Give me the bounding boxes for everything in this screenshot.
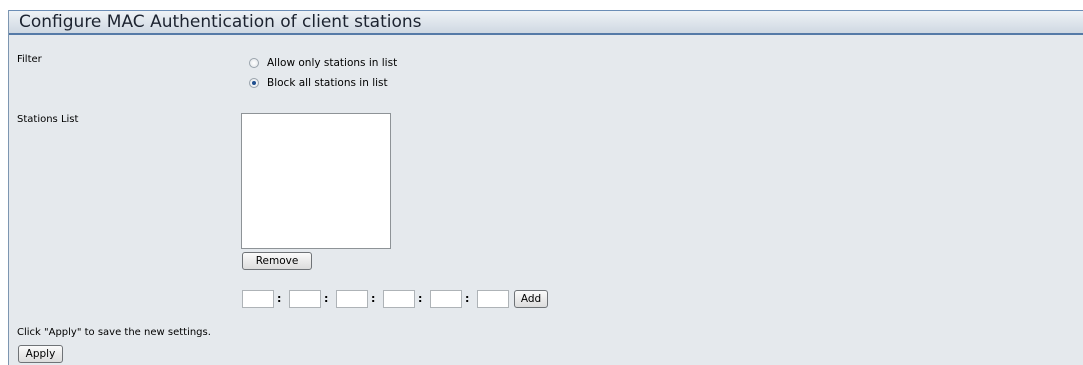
remove-button[interactable]: Remove [242, 252, 312, 270]
mac-octet-4-input[interactable] [383, 290, 415, 308]
mac-octet-6-input[interactable] [477, 290, 509, 308]
mac-separator: : [324, 292, 329, 305]
mac-octet-2-input[interactable] [289, 290, 321, 308]
stations-list-label: Stations List [17, 114, 79, 125]
mac-separator: : [371, 292, 376, 305]
apply-button[interactable]: Apply [18, 345, 63, 363]
mac-auth-panel: Configure MAC Authentication of client s… [8, 10, 1083, 365]
add-button[interactable]: Add [514, 290, 548, 308]
mac-octet-3-input[interactable] [336, 290, 368, 308]
filter-option-allow[interactable]: Allow only stations in list [249, 56, 397, 70]
allow-radio[interactable] [249, 58, 259, 68]
filter-option-block[interactable]: Block all stations in list [249, 76, 388, 90]
page-title: Configure MAC Authentication of client s… [9, 10, 1083, 35]
mac-octet-1-input[interactable] [242, 290, 274, 308]
block-radio[interactable] [249, 78, 259, 88]
block-radio-label: Block all stations in list [267, 77, 388, 89]
apply-hint: Click "Apply" to save the new settings. [17, 327, 211, 338]
filter-label: Filter [17, 54, 42, 65]
mac-octet-5-input[interactable] [430, 290, 462, 308]
mac-separator: : [277, 292, 282, 305]
mac-separator: : [418, 292, 423, 305]
mac-separator: : [465, 292, 470, 305]
allow-radio-label: Allow only stations in list [267, 57, 398, 69]
stations-listbox[interactable] [241, 113, 391, 249]
